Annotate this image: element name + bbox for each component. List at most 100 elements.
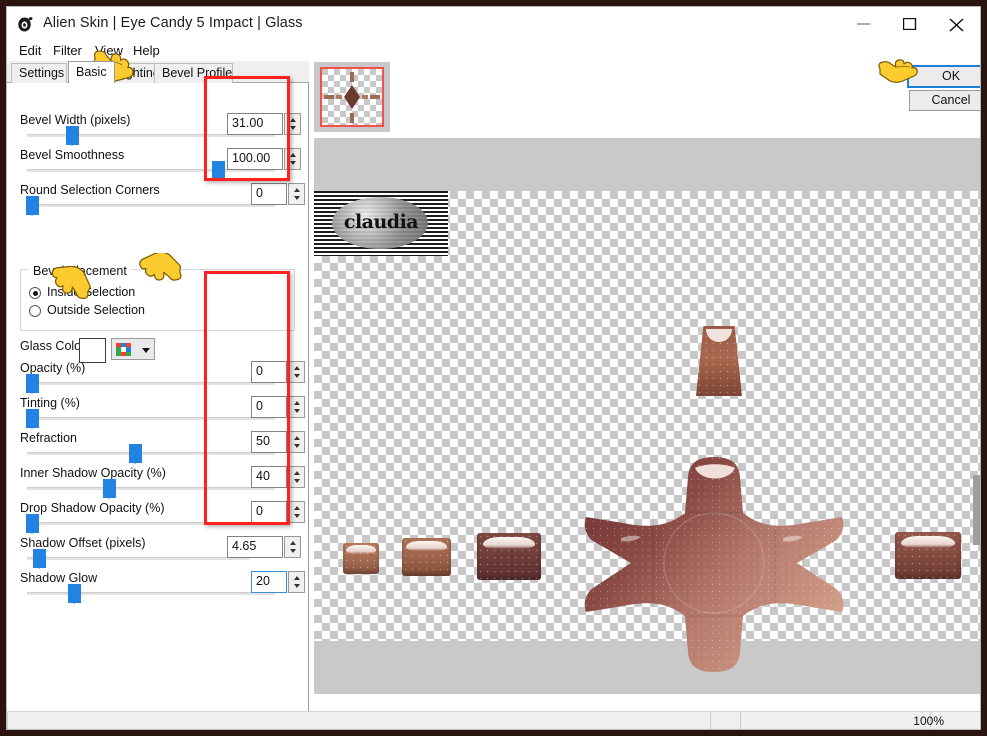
input-bevel-smoothness[interactable]: 100.00 [227, 148, 283, 170]
color-palette-icon [116, 343, 131, 356]
tab-strip: Settings Basic Lighting Bevel Profile [7, 61, 309, 83]
slider-thumb-tinting[interactable] [26, 409, 39, 429]
slider-track-tinting[interactable] [27, 417, 275, 420]
alien-skin-icon [16, 15, 34, 33]
label-tinting: Tinting (%) [20, 396, 80, 410]
label-drop-shadow-opacity: Drop Shadow Opacity (%) [20, 501, 165, 515]
slider-thumb-bevel-width[interactable] [66, 126, 79, 146]
slider-thumb-bevel-smoothness[interactable] [212, 161, 225, 181]
label-inner-shadow-opacity: Inner Shadow Opacity (%) [20, 466, 166, 480]
settings-panel: Settings Basic Lighting Bevel Profile Be… [7, 61, 309, 713]
panel-body: Bevel Width (pixels) 31.00 Bevel Smoothn… [7, 83, 308, 713]
navigator-viewport-rect[interactable] [320, 67, 384, 127]
glass-bar-medium [402, 538, 451, 576]
label-round-selection-corners: Round Selection Corners [20, 183, 160, 197]
slider-track-drop-shadow-opacity[interactable] [27, 522, 275, 525]
glass-bar-large [477, 533, 541, 580]
glass-color-swatch[interactable] [79, 338, 106, 363]
menu-view[interactable]: View [91, 42, 127, 59]
input-tinting[interactable]: 0 [251, 396, 287, 418]
watermark-claudia: claudia [314, 191, 448, 256]
spinner-opacity[interactable] [288, 361, 305, 383]
input-round-selection-corners[interactable]: 0 [251, 183, 287, 205]
radio-inside-selection-label: Inside Selection [47, 285, 136, 299]
minimize-button[interactable] [842, 7, 888, 41]
spinner-inner-shadow-opacity[interactable] [288, 466, 305, 488]
label-refraction: Refraction [20, 431, 77, 445]
tab-basic[interactable]: Basic [68, 61, 115, 83]
maximize-button[interactable] [888, 7, 934, 41]
screenshot-root: Alien Skin | Eye Candy 5 Impact | Glass … [0, 0, 987, 736]
slider-thumb-drop-shadow-opacity[interactable] [26, 514, 39, 534]
spinner-bevel-smoothness[interactable] [284, 148, 301, 170]
bevel-placement-title: Bevel Placement [29, 265, 131, 278]
glass-color-palette-button[interactable] [111, 338, 155, 360]
tab-settings[interactable]: Settings [11, 63, 67, 83]
slider-track-round-selection-corners[interactable] [27, 204, 275, 207]
input-refraction[interactable]: 50 [251, 431, 287, 453]
menu-edit[interactable]: Edit [15, 42, 45, 59]
slider-thumb-refraction[interactable] [129, 444, 142, 464]
spinner-drop-shadow-opacity[interactable] [288, 501, 305, 523]
input-inner-shadow-opacity[interactable]: 40 [251, 466, 287, 488]
status-zoom-level: 100% [913, 714, 944, 728]
label-glass-color: Glass Color [20, 339, 86, 353]
slider-track-shadow-glow[interactable] [27, 592, 275, 595]
glass-bar-small [343, 543, 379, 574]
input-bevel-width[interactable]: 31.00 [227, 113, 283, 135]
title-bar: Alien Skin | Eye Candy 5 Impact | Glass [7, 7, 980, 41]
navigator-thumbnail[interactable] [314, 62, 390, 132]
cancel-button[interactable]: Cancel [909, 90, 980, 111]
status-cell-left [7, 712, 710, 729]
label-bevel-width: Bevel Width (pixels) [20, 113, 131, 127]
label-shadow-glow: Shadow Glow [20, 571, 98, 585]
slider-track-refraction[interactable] [27, 452, 275, 455]
application-window: Alien Skin | Eye Candy 5 Impact | Glass … [6, 6, 981, 730]
slider-track-inner-shadow-opacity[interactable] [27, 487, 275, 490]
label-shadow-offset: Shadow Offset (pixels) [20, 536, 146, 550]
preview-canvas[interactable]: claudia [314, 138, 980, 694]
spinner-refraction[interactable] [288, 431, 305, 453]
input-drop-shadow-opacity[interactable]: 0 [251, 501, 287, 523]
bevel-placement-group [20, 269, 295, 331]
input-shadow-glow[interactable]: 20 [251, 571, 287, 593]
glass-star-shape [583, 455, 846, 674]
slider-thumb-opacity[interactable] [26, 374, 39, 394]
bevel-placement-group-line [107, 269, 295, 270]
close-button[interactable] [934, 7, 980, 41]
spinner-shadow-offset[interactable] [284, 536, 301, 558]
radio-outside-selection-label: Outside Selection [47, 303, 145, 317]
preview-vertical-scrollbar[interactable] [973, 475, 980, 545]
status-cell-mid [710, 712, 740, 729]
menu-help[interactable]: Help [129, 42, 164, 59]
glass-bar-right [895, 532, 961, 579]
glass-cup-top [696, 326, 742, 396]
label-opacity: Opacity (%) [20, 361, 86, 375]
slider-thumb-inner-shadow-opacity[interactable] [103, 479, 116, 499]
spinner-round-selection-corners[interactable] [288, 183, 305, 205]
radio-outside-selection-icon [29, 305, 41, 317]
status-cell-info [740, 712, 930, 729]
watermark-text: claudia [343, 211, 419, 233]
label-bevel-smoothness: Bevel Smoothness [20, 148, 125, 162]
slider-track-shadow-offset[interactable] [27, 557, 249, 560]
input-shadow-offset[interactable]: 4.65 [227, 536, 283, 558]
slider-track-opacity[interactable] [27, 382, 275, 385]
ok-button[interactable]: OK [907, 65, 980, 88]
status-bar: 100% [7, 711, 980, 729]
menu-filter[interactable]: Filter [49, 42, 86, 59]
window-title: Alien Skin | Eye Candy 5 Impact | Glass [43, 15, 303, 31]
tab-bevel-profile[interactable]: Bevel Profile [154, 63, 233, 83]
slider-thumb-round-selection-corners[interactable] [26, 196, 39, 216]
slider-thumb-shadow-offset[interactable] [33, 549, 46, 569]
chevron-down-icon [142, 348, 150, 353]
input-opacity[interactable]: 0 [251, 361, 287, 383]
spinner-bevel-width[interactable] [284, 113, 301, 135]
slider-thumb-shadow-glow[interactable] [68, 584, 81, 604]
radio-inside-selection-icon [29, 287, 41, 299]
spinner-tinting[interactable] [288, 396, 305, 418]
menu-bar: Edit Filter View Help [7, 41, 980, 61]
transparency-checkerboard: claudia [314, 191, 980, 672]
preview-area: Preview Background: None OK Cancel [310, 61, 980, 713]
spinner-shadow-glow[interactable] [288, 571, 305, 593]
